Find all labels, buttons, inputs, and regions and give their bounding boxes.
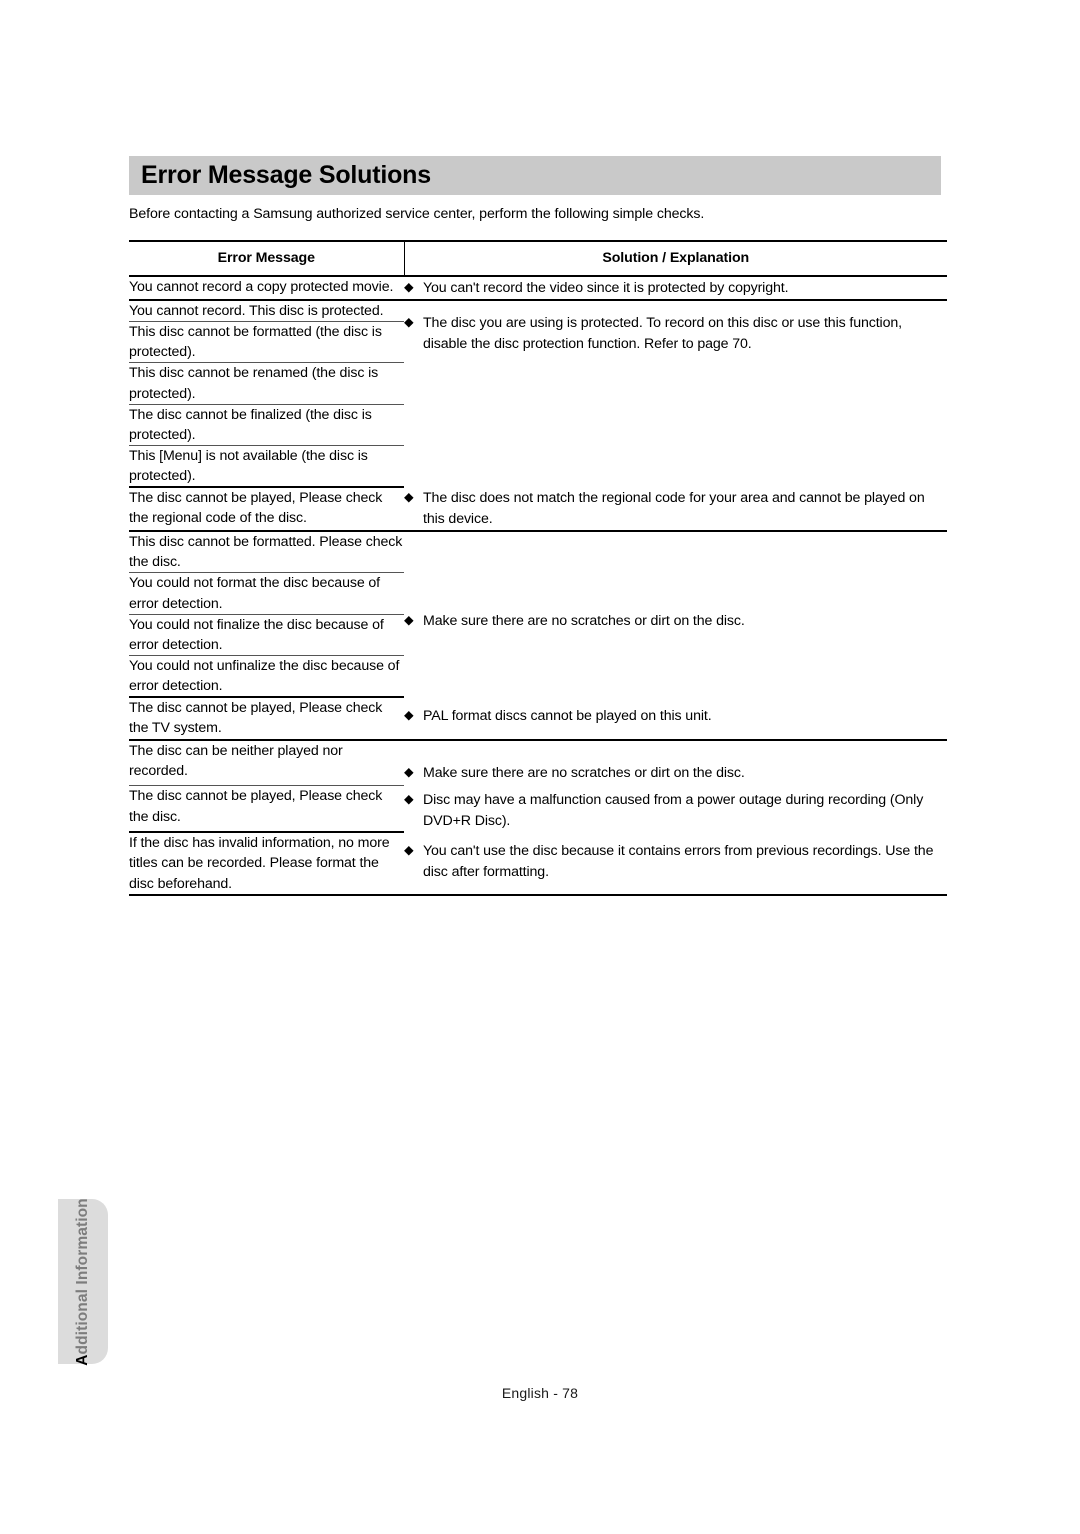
- side-tab-rest: dditional Information: [74, 1197, 91, 1354]
- solution-text: Make sure there are no scratches or dirt…: [423, 764, 745, 781]
- solution-bullet: ◆ You can't use the disc because it conta…: [404, 841, 947, 883]
- diamond-bullet-icon: ◆: [404, 280, 414, 294]
- error-message-cell: You could not finalize the disc because …: [129, 614, 404, 656]
- error-message-cell: You cannot record a copy protected movie…: [129, 276, 404, 301]
- table-row: The disc cannot be played, Please check …: [129, 487, 947, 533]
- error-message-cell: The disc cannot be played, Please check …: [129, 487, 404, 533]
- diamond-bullet-icon: ◆: [404, 764, 414, 779]
- diamond-bullet-icon: ◆: [404, 490, 414, 505]
- error-message-cell: The disc cannot be played, Please check …: [129, 785, 404, 834]
- error-message-cell: If the disc has invalid information, no …: [129, 832, 404, 896]
- solution-bullet: ◆ You can't record the video since it is …: [404, 278, 947, 299]
- error-message-cell: You could not format the disc because of…: [129, 572, 404, 615]
- error-message-table: Error Message Solution / Explanation You…: [129, 240, 947, 896]
- diamond-bullet-icon: ◆: [404, 613, 414, 628]
- side-tab-additional-information: Additional Information: [58, 1198, 108, 1366]
- solution-bullet: ◆ Disc may have a malfunction caused from…: [404, 790, 947, 832]
- solution-bullet: ◆ Make sure there are no scratches or dir…: [404, 763, 947, 784]
- page-title: Error Message Solutions: [141, 161, 431, 189]
- diamond-bullet-icon: ◆: [404, 314, 414, 329]
- solution-cell: ◆ You can't use the disc because it conta…: [404, 832, 947, 896]
- diamond-bullet-icon: ◆: [404, 792, 414, 807]
- table-body: You cannot record a copy protected movie…: [129, 276, 947, 896]
- intro-paragraph: Before contacting a Samsung authorized s…: [129, 206, 705, 222]
- solution-text: Disc may have a malfunction caused from …: [423, 792, 924, 830]
- side-tab-label: Additional Information: [74, 1198, 92, 1366]
- error-message-cell: You cannot record. This disc is protecte…: [129, 299, 404, 323]
- solution-text: PAL format discs cannot be played on thi…: [423, 708, 712, 725]
- diamond-bullet-icon: ◆: [404, 708, 414, 723]
- solution-text: Make sure there are no scratches or dirt…: [423, 613, 745, 630]
- error-message-cell: The disc cannot be finalized (the disc i…: [129, 404, 404, 446]
- error-message-cell: The disc cannot be played, Please check …: [129, 697, 404, 741]
- solution-bullet: ◆ Make sure there are no scratches or dir…: [404, 611, 947, 632]
- solution-cell: ◆ The disc does not match the regional co…: [404, 487, 947, 533]
- solution-cell: ◆ The disc you are using is protected. To…: [404, 300, 947, 487]
- table-row: You cannot record. This disc is protecte…: [129, 299, 947, 352]
- solution-cell: ◆ Make sure there are no scratches or dir…: [404, 740, 947, 833]
- solution-text: The disc does not match the regional cod…: [423, 490, 925, 528]
- error-message-cell: This disc cannot be formatted. Please ch…: [129, 531, 404, 574]
- error-message-cell: This disc cannot be renamed (the disc is…: [129, 362, 404, 405]
- solution-bullet: ◆ PAL format discs cannot be played on th…: [404, 706, 947, 727]
- table-row: You cannot record a copy protected movie…: [129, 276, 947, 301]
- error-message-cell: You could not unfinalize the disc becaus…: [129, 655, 404, 699]
- page-heading-bar: Error Message Solutions: [129, 156, 941, 195]
- solution-cell: ◆ You can't record the video since it is …: [404, 276, 947, 301]
- page-footer: English - 78: [501, 1385, 579, 1401]
- column-header-error-message: Error Message: [129, 240, 405, 277]
- table-row: If the disc has invalid information, no …: [129, 832, 947, 896]
- table-header-row: Error Message Solution / Explanation: [129, 240, 947, 277]
- diamond-bullet-icon: ◆: [404, 843, 414, 858]
- error-message-cell: The disc can be neither played nor recor…: [129, 739, 404, 787]
- error-message-cell: This [Menu] is not available (the disc i…: [129, 445, 404, 489]
- table-row: The disc cannot be played, Please check …: [129, 697, 947, 741]
- solution-text: The disc you are using is protected. To …: [423, 314, 902, 352]
- column-header-solution: Solution / Explanation: [404, 240, 947, 277]
- document-page: Additional Information Error Message Sol…: [0, 0, 1080, 1534]
- table-row: This disc cannot be formatted. Please ch…: [129, 531, 947, 629]
- solution-cell: ◆ PAL format discs cannot be played on th…: [404, 697, 947, 741]
- solution-text: You can't record the video since it is p…: [423, 280, 789, 296]
- solution-text: You can't use the disc because it contai…: [423, 843, 934, 881]
- side-tab-initial: A: [74, 1353, 91, 1366]
- solution-cell: ◆ Make sure there are no scratches or dir…: [404, 531, 947, 697]
- solution-bullet: ◆ The disc you are using is protected. To…: [404, 313, 947, 355]
- error-message-cell: This disc cannot be formatted (the disc …: [129, 321, 404, 364]
- solution-bullet: ◆ The disc does not match the regional co…: [404, 488, 947, 530]
- table-row: The disc can be neither played nor recor…: [129, 739, 947, 829]
